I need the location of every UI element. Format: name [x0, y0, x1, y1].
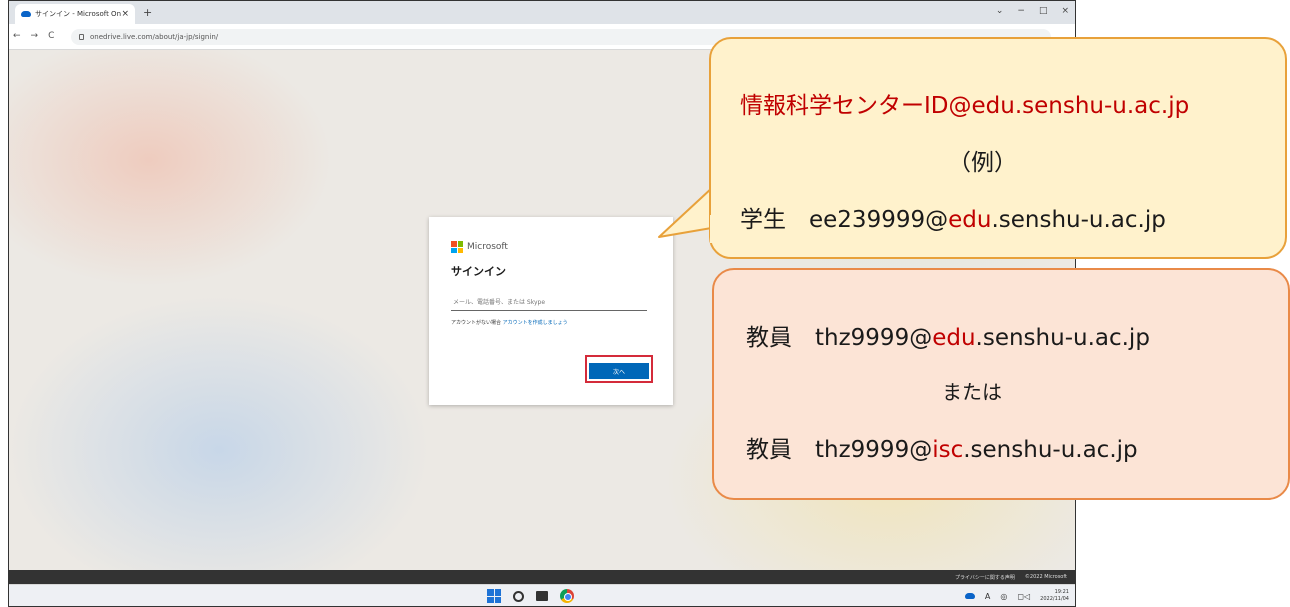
or-label: または	[942, 380, 1002, 404]
student-prefix: 学生 ee239999@	[740, 207, 949, 233]
minimize-button[interactable]: −	[1017, 6, 1025, 16]
tab-search-button[interactable]: ⌄	[996, 6, 1004, 16]
clock[interactable]: 19:21 2022/11/04	[1040, 589, 1069, 603]
volume-icon[interactable]: ◻◁	[1017, 592, 1030, 601]
no-account-label: アカウントがない場合	[451, 320, 503, 326]
student-suffix: .senshu-u.ac.jp	[991, 207, 1166, 233]
faculty-isc-prefix: 教員 thz9999@	[746, 437, 933, 463]
tab-close-button[interactable]: ×	[121, 9, 129, 19]
copyright-text: ©2022 Microsoft	[1024, 574, 1067, 580]
system-tray: A ◎ ◻◁ 19:21 2022/11/04	[964, 589, 1069, 603]
reload-button[interactable]: C	[48, 31, 54, 41]
ime-indicator[interactable]: A	[985, 592, 990, 601]
network-icon[interactable]: ◎	[1000, 592, 1007, 601]
faculty-isc-domain: isc	[932, 437, 964, 463]
student-domain: edu	[948, 207, 992, 233]
tab-onedrive[interactable]: サインイン - Microsoft OneDrive ×	[15, 4, 135, 24]
privacy-link[interactable]: プライバシーに関する声明	[955, 574, 1015, 581]
microsoft-squares-icon	[451, 241, 463, 253]
page-footer: プライバシーに関する声明 ©2022 Microsoft	[9, 570, 1075, 584]
faculty-example-edu: 教員 thz9999@edu.senshu-u.ac.jp	[746, 318, 1150, 352]
example-label: （例）	[948, 150, 1017, 176]
new-tab-button[interactable]: +	[143, 6, 152, 19]
onedrive-cloud-icon	[21, 11, 31, 17]
brand-name: Microsoft	[467, 242, 508, 252]
faculty-edu-suffix: .senshu-u.ac.jp	[975, 325, 1150, 351]
windows-start-icon[interactable]	[487, 589, 501, 603]
faculty-example-isc: 教員 thz9999@isc.senshu-u.ac.jp	[746, 430, 1138, 464]
taskbar-apps	[487, 589, 574, 603]
signin-card: Microsoft サインイン アカウントがない場合 アカウントを作成しましょう…	[429, 217, 673, 405]
faculty-edu-domain: edu	[932, 325, 976, 351]
search-icon[interactable]	[513, 590, 524, 602]
signin-title: サインイン	[451, 265, 506, 278]
next-button-highlight: 次へ	[585, 354, 653, 383]
close-window-button[interactable]: ×	[1061, 6, 1069, 16]
window-controls: ⌄ − □ ×	[996, 6, 1069, 16]
create-account-link[interactable]: アカウントを作成しましょう	[503, 320, 568, 326]
task-view-icon[interactable]	[536, 591, 548, 601]
maximize-button[interactable]: □	[1039, 6, 1048, 16]
no-account-text: アカウントがない場合 アカウントを作成しましょう	[451, 319, 651, 326]
email-input[interactable]	[451, 295, 647, 311]
callout-pointer-cover	[710, 215, 730, 243]
next-button[interactable]: 次へ	[589, 363, 649, 379]
url-text: onedrive.live.com/about/ja-jp/signin/	[90, 33, 219, 41]
faculty-edu-prefix: 教員 thz9999@	[746, 325, 933, 351]
faculty-isc-suffix: .senshu-u.ac.jp	[963, 437, 1138, 463]
student-example: 学生 ee239999@edu.senshu-u.ac.jp	[740, 200, 1166, 234]
forward-button[interactable]: →	[31, 31, 39, 41]
tab-title: サインイン - Microsoft OneDrive	[35, 10, 122, 18]
clock-time: 19:21	[1054, 589, 1069, 595]
clock-date: 2022/11/04	[1040, 596, 1069, 602]
back-button[interactable]: ←	[13, 31, 21, 41]
nav-buttons: ← → C	[13, 31, 54, 41]
chrome-icon[interactable]	[560, 589, 574, 603]
lock-icon	[79, 34, 84, 40]
tab-strip: サインイン - Microsoft OneDrive × + ⌄ − □ ×	[9, 1, 1075, 24]
center-id-format: 情報科学センターID@edu.senshu-u.ac.jp	[740, 93, 1190, 119]
windows-taskbar: A ◎ ◻◁ 19:21 2022/11/04	[9, 584, 1075, 606]
onedrive-tray-icon[interactable]	[964, 593, 975, 599]
microsoft-logo: Microsoft	[451, 241, 651, 253]
